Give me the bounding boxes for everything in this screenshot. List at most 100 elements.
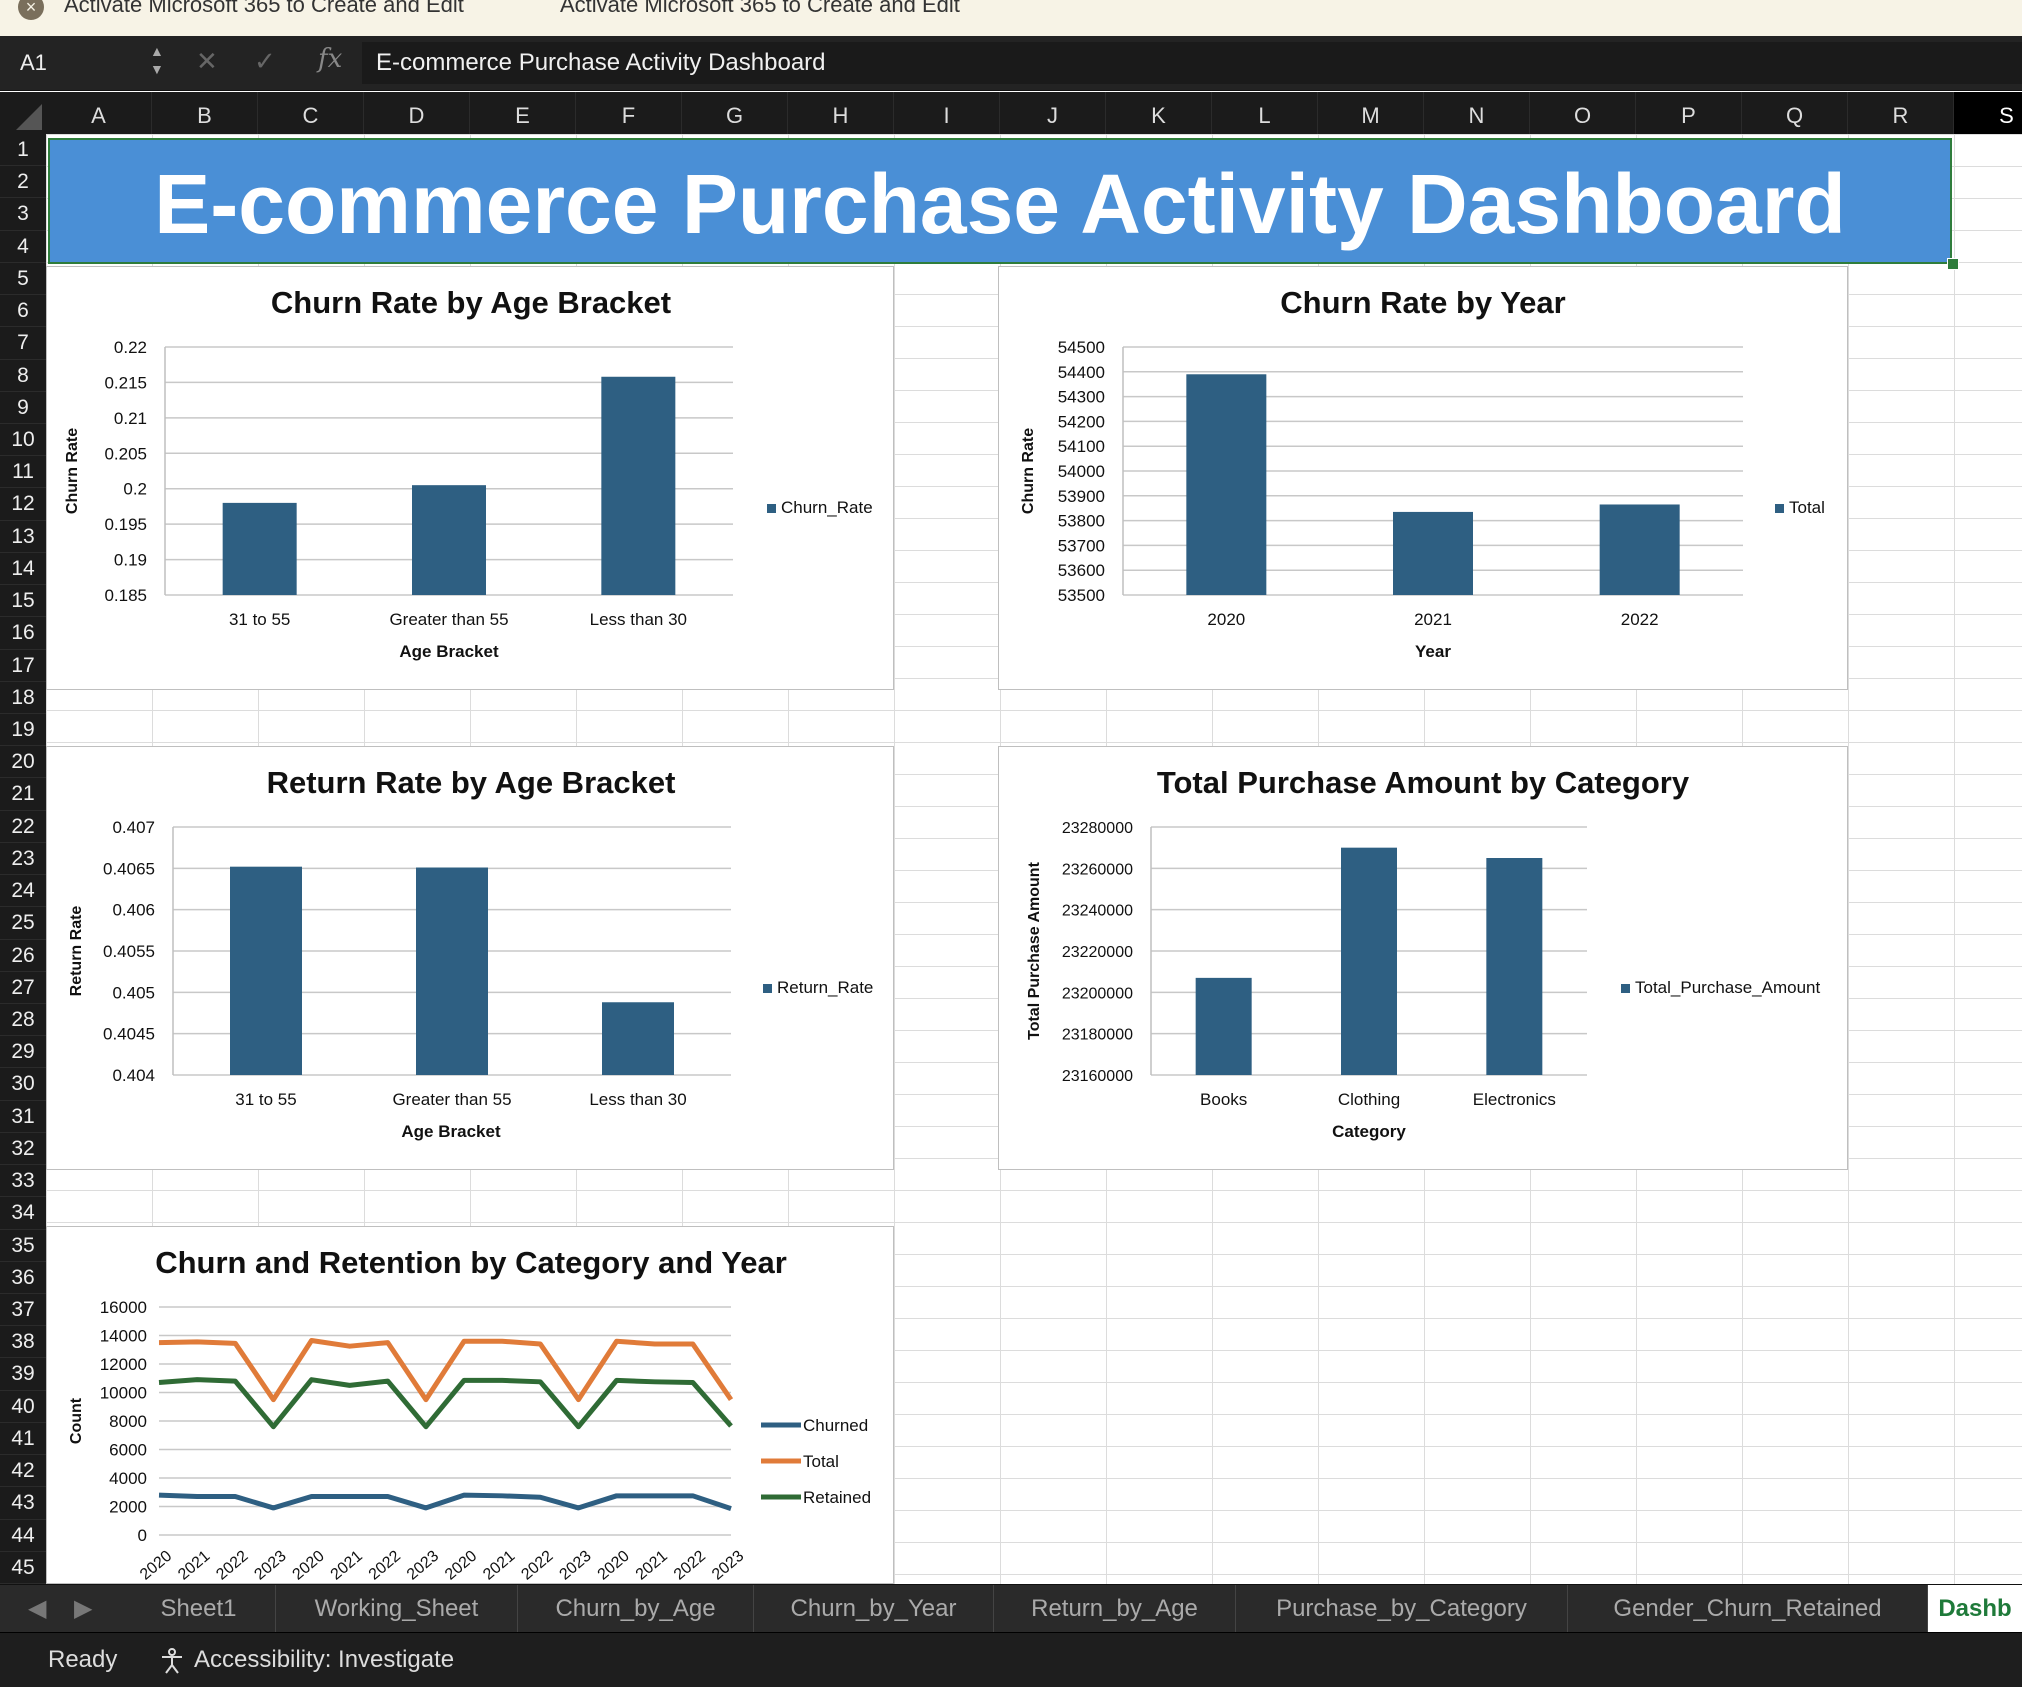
column-header[interactable]: S — [1954, 92, 2022, 134]
sheet-tab[interactable]: Churn_by_Age — [518, 1585, 754, 1633]
column-header[interactable]: Q — [1742, 92, 1848, 134]
column-header[interactable]: G — [682, 92, 788, 134]
row-header[interactable]: 6 — [0, 295, 46, 328]
row-header[interactable]: 15 — [0, 585, 46, 618]
tab-scroll-right-icon[interactable]: ▶ — [74, 1585, 92, 1633]
row-header[interactable]: 18 — [0, 682, 46, 714]
row-header[interactable]: 34 — [0, 1197, 46, 1230]
row-header[interactable]: 11 — [0, 456, 46, 489]
x-tick-label: 2022 — [518, 1548, 556, 1583]
row-header[interactable]: 21 — [0, 778, 46, 811]
sheet-tab[interactable]: Churn_by_Year — [754, 1585, 994, 1633]
sheet-tab[interactable]: Sheet1 — [122, 1585, 276, 1633]
column-header[interactable]: N — [1424, 92, 1530, 134]
sheet-tab[interactable]: Return_by_Age — [994, 1585, 1236, 1633]
row-header[interactable]: 43 — [0, 1487, 46, 1520]
row-header[interactable]: 28 — [0, 1004, 46, 1037]
function-icon[interactable]: fx — [318, 44, 342, 74]
chart-total-purchase-by-category[interactable]: Total Purchase Amount by Category 2328000… — [998, 746, 1848, 1170]
row-header[interactable]: 4 — [0, 231, 46, 263]
chart-churn-rate-by-age[interactable]: Churn Rate by Age Bracket 0.22 0.215 0.21 0.… — [46, 266, 894, 690]
sheet-tab[interactable]: Purchase_by_Category — [1236, 1585, 1568, 1633]
sheet-tab[interactable]: Working_Sheet — [276, 1585, 518, 1633]
row-header[interactable]: 14 — [0, 553, 46, 586]
select-all-button[interactable] — [0, 92, 46, 134]
dashboard-title-banner[interactable]: E-commerce Purchase Activity Dashboard — [48, 138, 1952, 264]
row-header[interactable]: 1 — [0, 134, 46, 167]
row-header[interactable]: 38 — [0, 1326, 46, 1359]
row-header[interactable]: 37 — [0, 1294, 46, 1327]
column-header[interactable]: A — [46, 92, 152, 134]
row-header[interactable]: 41 — [0, 1423, 46, 1456]
row-header[interactable]: 24 — [0, 875, 46, 908]
x-tick-label: Electronics — [1473, 1090, 1556, 1109]
row-header[interactable]: 35 — [0, 1230, 46, 1262]
cancel-icon[interactable]: ✕ — [196, 46, 218, 77]
chart-return-rate-by-age[interactable]: Return Rate by Age Bracket 0.407 0.4065 0.4… — [46, 746, 894, 1170]
column-header[interactable]: E — [470, 92, 576, 134]
row-header[interactable]: 16 — [0, 617, 46, 650]
row-header[interactable]: 10 — [0, 424, 46, 457]
chart-churn-rate-by-year[interactable]: Churn Rate by Year 54500 54400 54300 54200 54… — [998, 266, 1848, 690]
column-header[interactable]: I — [894, 92, 1000, 134]
row-header[interactable]: 33 — [0, 1165, 46, 1198]
close-icon[interactable]: × — [18, 0, 44, 20]
accessibility-icon[interactable] — [158, 1647, 186, 1675]
row-header[interactable]: 44 — [0, 1520, 46, 1552]
tab-scroll-left-icon[interactable]: ◀ — [28, 1585, 46, 1633]
row-header[interactable]: 13 — [0, 521, 46, 553]
formula-input[interactable]: E-commerce Purchase Activity Dashboard — [362, 42, 2022, 84]
column-header[interactable]: L — [1212, 92, 1318, 134]
sheet-tab[interactable]: Dashb — [1928, 1585, 2022, 1633]
sheet-tab[interactable]: Gender_Churn_Retained — [1568, 1585, 1928, 1633]
y-tick-label: 53600 — [1058, 561, 1105, 580]
row-header[interactable]: 12 — [0, 488, 46, 521]
column-header[interactable]: P — [1636, 92, 1742, 134]
row-header[interactable]: 9 — [0, 392, 46, 424]
row-header[interactable]: 27 — [0, 972, 46, 1004]
y-tick-label: 53800 — [1058, 512, 1105, 531]
chart-title: Churn and Retention by Category and Year — [155, 1245, 787, 1280]
row-header[interactable]: 3 — [0, 198, 46, 231]
accessibility-status[interactable]: Accessibility: Investigate — [194, 1633, 454, 1687]
activation-message: Activate Microsoft 365 to Create and Edi… — [64, 0, 464, 17]
column-header[interactable]: M — [1318, 92, 1424, 134]
selection-fill-handle[interactable] — [1947, 258, 1959, 270]
row-header[interactable]: 8 — [0, 360, 46, 392]
row-header[interactable]: 29 — [0, 1036, 46, 1069]
row-header[interactable]: 40 — [0, 1391, 46, 1423]
column-header[interactable]: C — [258, 92, 364, 134]
row-header[interactable]: 5 — [0, 263, 46, 296]
row-header[interactable]: 32 — [0, 1133, 46, 1166]
column-header[interactable]: O — [1530, 92, 1636, 134]
row-header[interactable]: 31 — [0, 1101, 46, 1133]
row-header[interactable]: 25 — [0, 907, 46, 940]
chart-churn-retention-by-category-year[interactable]: Churn and Retention by Category and Year… — [46, 1226, 894, 1584]
confirm-icon[interactable]: ✓ — [254, 46, 276, 77]
row-headers: 1 2 3 4 5 6 7 8 9 10 11 12 13 14 15 16 17 18 19 20 21 22 23 24 2… — [0, 134, 46, 1584]
name-box-stepper-icon[interactable]: ▲ ▼ — [150, 42, 164, 78]
row-header[interactable]: 36 — [0, 1262, 46, 1294]
row-header[interactable]: 19 — [0, 714, 46, 747]
row-header[interactable]: 42 — [0, 1455, 46, 1488]
row-header[interactable]: 26 — [0, 940, 46, 972]
column-header[interactable]: J — [1000, 92, 1106, 134]
row-header[interactable]: 45 — [0, 1552, 46, 1584]
column-header[interactable]: K — [1106, 92, 1212, 134]
column-header[interactable]: B — [152, 92, 258, 134]
row-header[interactable]: 39 — [0, 1358, 46, 1391]
row-header[interactable]: 23 — [0, 843, 46, 876]
column-header[interactable]: F — [576, 92, 682, 134]
column-header[interactable]: D — [364, 92, 470, 134]
row-header[interactable]: 7 — [0, 327, 46, 360]
y-tick-label: 54200 — [1058, 412, 1105, 431]
y-tick-label: 0.205 — [104, 444, 147, 463]
column-header[interactable]: R — [1848, 92, 1954, 134]
row-header[interactable]: 20 — [0, 746, 46, 779]
column-header[interactable]: H — [788, 92, 894, 134]
row-header[interactable]: 22 — [0, 811, 46, 843]
row-header[interactable]: 17 — [0, 650, 46, 682]
row-header[interactable]: 2 — [0, 166, 46, 199]
bar — [1486, 858, 1543, 1075]
row-header[interactable]: 30 — [0, 1068, 46, 1101]
